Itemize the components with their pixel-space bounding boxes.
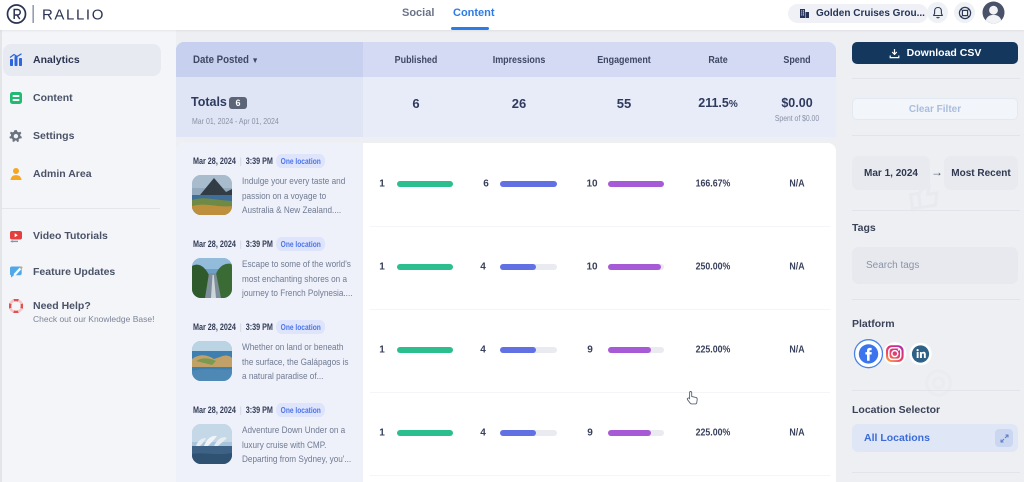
svg-text:RALLIO: RALLIO	[42, 7, 105, 24]
